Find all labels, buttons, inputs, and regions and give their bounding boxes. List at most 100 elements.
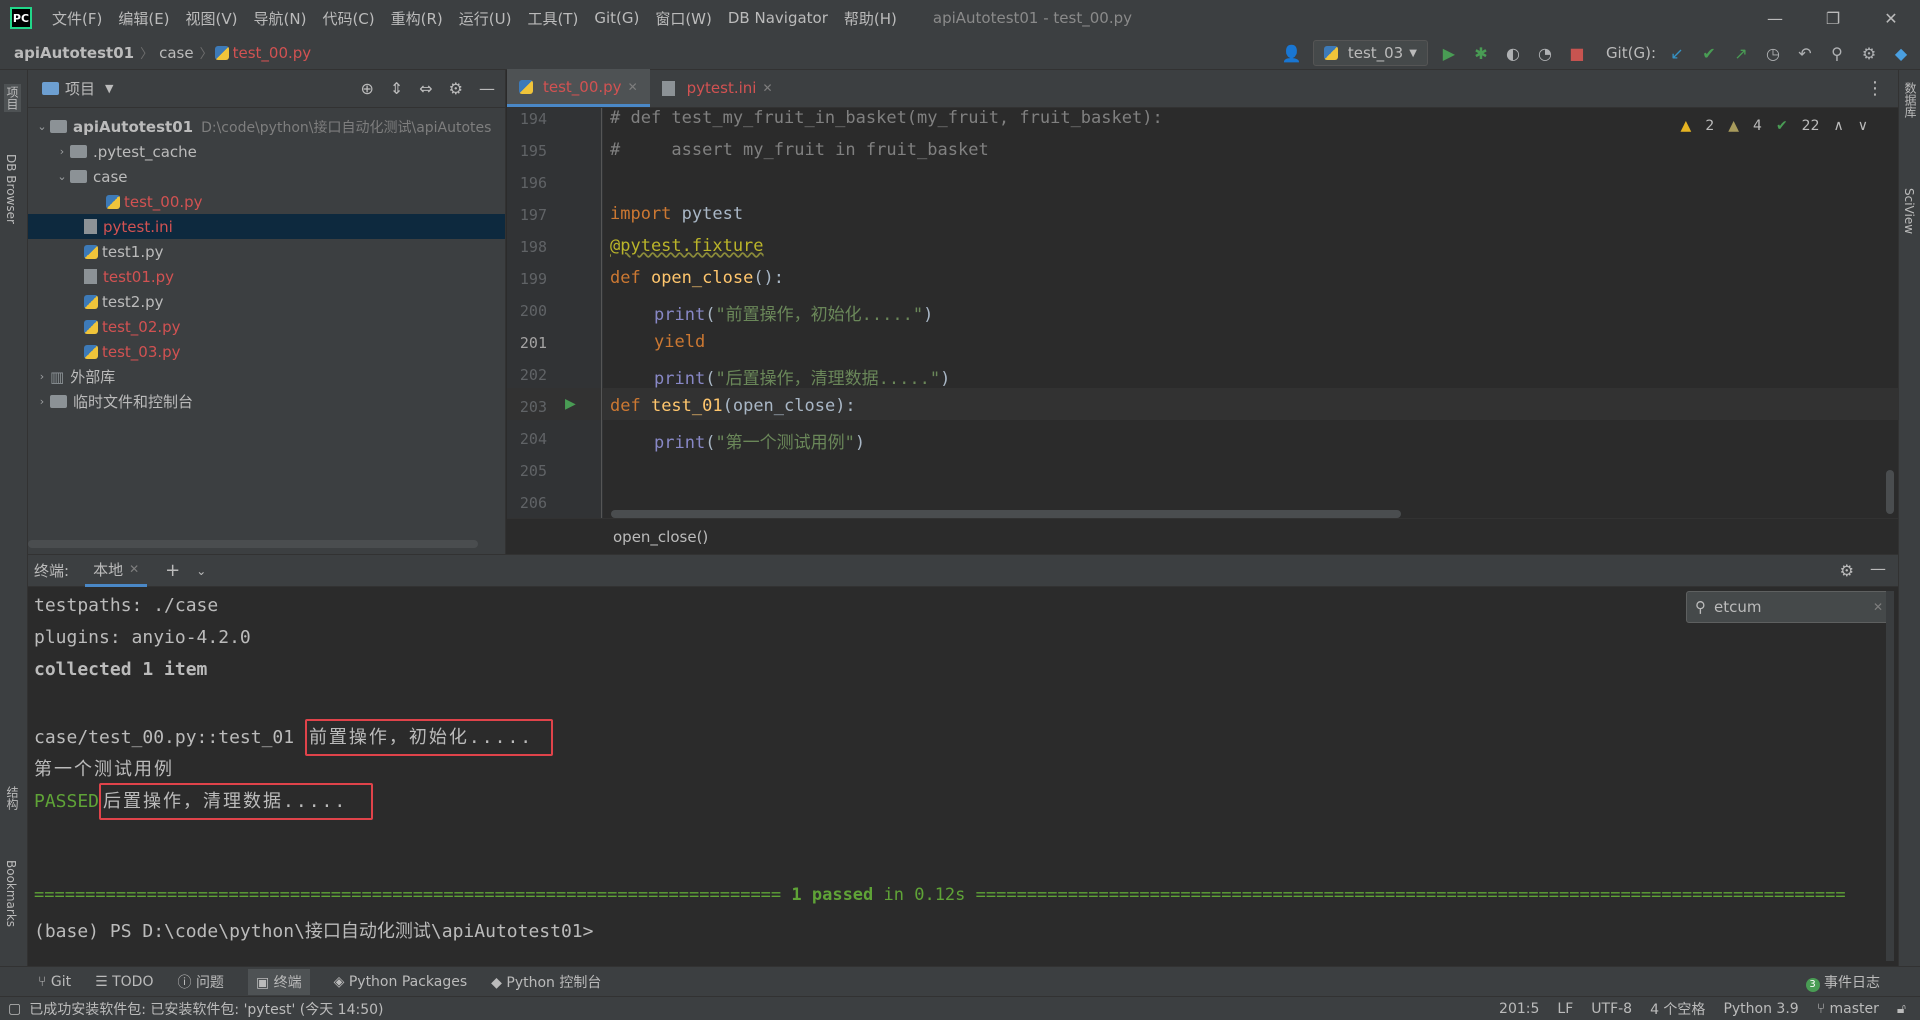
breadcrumb-case[interactable]: case: [155, 44, 197, 62]
line-separator[interactable]: LF: [1557, 1001, 1573, 1017]
interpreter[interactable]: Python 3.9: [1723, 1001, 1798, 1017]
terminal-search-input[interactable]: ⚲ etcum ✕: [1686, 591, 1892, 623]
git-update-icon[interactable]: ↙: [1666, 42, 1688, 64]
tab-terminal-local[interactable]: 本地 ✕: [85, 555, 148, 587]
tab-test-00[interactable]: test_00.py ✕: [507, 69, 650, 107]
coverage-icon[interactable]: ◐: [1502, 42, 1524, 64]
chevron-down-icon[interactable]: ▼: [105, 82, 113, 95]
sciview-tool-tab[interactable]: SciView: [1902, 188, 1916, 234]
tree-item-test01[interactable]: test01.py: [28, 264, 505, 289]
tree-item-test-02[interactable]: test_02.py: [28, 314, 505, 339]
code-line-198[interactable]: @pytest.fixture: [610, 236, 764, 256]
tree-item-case[interactable]: ⌄ case: [28, 164, 505, 189]
git-push-icon[interactable]: ↗: [1730, 42, 1752, 64]
menu-git[interactable]: Git(G): [586, 9, 647, 27]
code-line-197[interactable]: import pytest: [610, 204, 743, 224]
editor-horizontal-scrollbar[interactable]: [611, 510, 1401, 518]
tab-pytest-ini[interactable]: pytest.ini ✕: [650, 69, 785, 107]
caret-position[interactable]: 201:5: [1499, 1001, 1539, 1017]
tool-tab-python-packages[interactable]: ◈ Python Packages: [334, 974, 468, 990]
hide-panel-icon[interactable]: —: [1870, 559, 1886, 578]
structure-tool-tab[interactable]: 结构: [4, 786, 21, 810]
editor-vertical-scrollbar[interactable]: [1886, 470, 1894, 514]
code-line-204[interactable]: print("第一个测试用例"): [654, 428, 865, 453]
menu-run[interactable]: 运行(U): [451, 8, 520, 29]
menu-file[interactable]: 文件(F): [44, 8, 110, 29]
rollback-icon[interactable]: ↶: [1794, 42, 1816, 64]
collapse-all-icon[interactable]: ⇔: [419, 79, 432, 98]
collapsed-arrow-icon[interactable]: ›: [54, 145, 70, 158]
chevron-down-icon[interactable]: ⌄: [196, 564, 206, 578]
code-line-203[interactable]: def test_01(open_close):: [610, 396, 856, 416]
tool-tab-problems[interactable]: ⓘ 问题: [177, 972, 223, 992]
menu-window[interactable]: 窗口(W): [647, 8, 720, 29]
breadcrumb-project[interactable]: apiAutotest01: [0, 44, 138, 62]
run-config-selector[interactable]: test_03 ▼: [1312, 40, 1428, 66]
restore-icon[interactable]: ❐: [1804, 0, 1862, 36]
db-browser-tool-tab[interactable]: DB Browser: [4, 154, 18, 224]
tree-item-scratches[interactable]: › 临时文件和控制台: [28, 389, 505, 414]
clear-search-icon[interactable]: ✕: [1873, 600, 1883, 614]
horizontal-scrollbar[interactable]: [28, 540, 478, 548]
indent-setting[interactable]: 4 个空格: [1650, 999, 1705, 1019]
tree-item-test2[interactable]: test2.py: [28, 289, 505, 314]
tool-tab-terminal[interactable]: ▣ 终端: [247, 968, 310, 995]
debug-icon[interactable]: ✱: [1470, 42, 1492, 64]
profile-icon[interactable]: ◔: [1534, 42, 1556, 64]
code-line-201[interactable]: yield: [654, 332, 705, 352]
code-line-195[interactable]: # assert my_fruit in fruit_basket: [610, 140, 989, 160]
git-commit-icon[interactable]: ✔: [1698, 42, 1720, 64]
breadcrumb-file[interactable]: test_00.py: [233, 44, 316, 62]
menu-help[interactable]: 帮助(H): [836, 8, 905, 29]
settings-gear-icon[interactable]: ⚙: [1840, 561, 1854, 580]
status-message[interactable]: 已成功安装软件包: 已安装软件包: 'pytest' (今天 14:50): [29, 999, 383, 1019]
tree-item-external-libraries[interactable]: › ▥ 外部库: [28, 364, 505, 389]
tool-tab-python-console[interactable]: ◆ Python 控制台: [491, 972, 601, 992]
tool-tab-todo[interactable]: ☰ TODO: [95, 974, 153, 990]
menu-navigate[interactable]: 导航(N): [246, 8, 315, 29]
more-icon[interactable]: ⋮: [1866, 78, 1884, 99]
code-line-202[interactable]: print("后置操作，清理数据....."): [654, 364, 950, 389]
stop-icon[interactable]: ■: [1566, 42, 1588, 64]
tree-item-test-00[interactable]: test_00.py: [28, 189, 505, 214]
pycharm-logo-icon[interactable]: PC: [10, 7, 32, 29]
bookmarks-tool-tab[interactable]: Bookmarks: [4, 860, 18, 927]
menu-edit[interactable]: 编辑(E): [110, 8, 177, 29]
inspection-widget[interactable]: ▲ 2 ▲ 4 ✔ 22 ∧ ∨: [1681, 118, 1868, 134]
file-encoding[interactable]: UTF-8: [1591, 1001, 1632, 1017]
history-icon[interactable]: ◷: [1762, 42, 1784, 64]
code-line-194[interactable]: # def test_my_fruit_in_basket(my_fruit, …: [610, 108, 1163, 128]
close-tab-icon[interactable]: ✕: [129, 562, 139, 576]
next-highlight-icon[interactable]: ∨: [1858, 118, 1868, 134]
expand-all-icon[interactable]: ⇕: [390, 79, 403, 98]
tree-item-test-03[interactable]: test_03.py: [28, 339, 505, 364]
close-tab-icon[interactable]: ✕: [628, 80, 638, 94]
tree-item-test1[interactable]: test1.py: [28, 239, 505, 264]
tree-root[interactable]: ⌄ apiAutotest01 D:\code\python\接口自动化测试\a…: [28, 114, 505, 139]
hide-icon[interactable]: —: [479, 79, 495, 98]
tree-item-pytest-ini[interactable]: pytest.ini: [28, 214, 505, 239]
tool-tab-event-log[interactable]: 3 事件日志: [1805, 972, 1880, 992]
minimize-icon[interactable]: —: [1746, 0, 1804, 36]
terminal-scrollbar[interactable]: [1886, 591, 1894, 961]
previous-highlight-icon[interactable]: ∧: [1834, 118, 1844, 134]
git-branch[interactable]: ⑂ master: [1817, 1001, 1879, 1017]
close-icon[interactable]: ✕: [1862, 0, 1920, 36]
menu-refactor[interactable]: 重构(R): [383, 8, 451, 29]
run-icon[interactable]: ▶: [1438, 42, 1460, 64]
menu-view[interactable]: 视图(V): [178, 8, 246, 29]
search-icon[interactable]: ⚲: [1826, 42, 1848, 64]
plugin-icon[interactable]: ◆: [1890, 42, 1912, 64]
tool-tab-git[interactable]: ⑂ Git: [38, 974, 71, 990]
project-panel-title[interactable]: 项目: [65, 78, 95, 99]
settings-gear-icon[interactable]: ⚙: [1858, 42, 1880, 64]
gear-icon[interactable]: ⚙: [449, 79, 463, 98]
menu-tools[interactable]: 工具(T): [519, 8, 586, 29]
new-terminal-icon[interactable]: +: [165, 560, 180, 581]
editor-breadcrumb[interactable]: open_close(): [613, 528, 708, 546]
locate-icon[interactable]: ⊕: [360, 79, 373, 98]
user-icon[interactable]: 👤: [1281, 42, 1303, 64]
menu-code[interactable]: 代码(C): [314, 8, 382, 29]
terminal-prompt[interactable]: (base) PS D:\code\python\接口自动化测试\apiAuto…: [34, 917, 593, 943]
close-tab-icon[interactable]: ✕: [762, 81, 772, 95]
